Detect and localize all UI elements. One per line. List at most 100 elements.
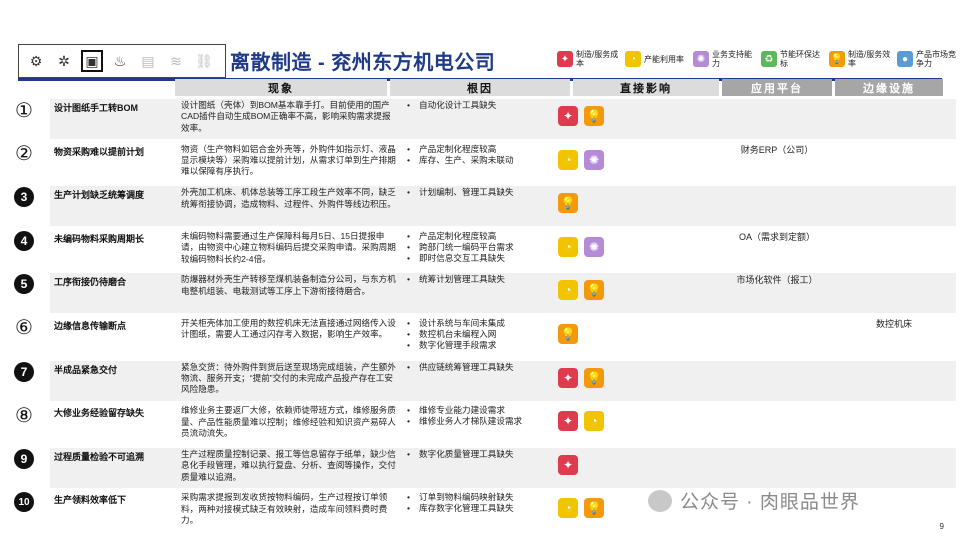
cause-item: 设计系统与车间未集成 xyxy=(406,318,554,329)
cause-list: 自动化设计工具缺失 xyxy=(406,100,554,111)
legend-item: ♻ 节能环保达标 xyxy=(761,50,823,68)
legend-item: ✦ 制造/服务成本 xyxy=(557,50,619,68)
phenomenon-text: 开关柜壳体加工使用的数控机床无法直接通过网络传入设计图纸，需要人工通过闪存考入数… xyxy=(181,317,396,340)
cause-item: 数控机台未编程入网 xyxy=(406,329,554,340)
impact-icons: ✦ 💡 xyxy=(558,106,604,126)
cause-list: 订单到物料编码映射缺失库存数字化管理工具缺失 xyxy=(406,492,554,514)
cause-item: 供应链统筹管理工具缺失 xyxy=(406,362,554,373)
platform-cell: 市场化软件（报工） xyxy=(736,275,818,286)
problem-title: 边缘信息传输断点 xyxy=(54,320,127,331)
problem-title: 半成品紧急交付 xyxy=(54,364,118,375)
table-row: 5 工序衔接仍待磨合 防爆器材外壳生产转移至煤机装备制造分公司，与东方机电整机组装、… xyxy=(14,271,956,315)
problem-title: 生产计划缺乏统筹调度 xyxy=(54,190,145,201)
water-drop-icon[interactable]: ♨ xyxy=(109,50,131,72)
legend-label: 制造/服务效率 xyxy=(848,50,891,68)
watermark: 公众号 · 肉眼品世界 xyxy=(648,487,860,514)
column-header-platform: 应用平台 xyxy=(722,79,832,96)
cpu-chip-icon[interactable]: ▣ xyxy=(81,50,103,72)
server-icon[interactable]: ▤ xyxy=(137,50,159,72)
cause-item: 维修业务人才梯队建设需求 xyxy=(406,416,554,427)
phenomenon-text: 生产过程质量控制记录、报工等信息留存于纸单，缺少信息化手段管理，难以执行复盘、分… xyxy=(181,448,396,482)
legend-label: 制造/服务成本 xyxy=(576,50,619,68)
impact-icons: ✦ ◔ xyxy=(558,411,604,432)
phenomenon-text: 外壳加工机床、机体总装等工序工段生产效率不同，缺乏统筹衔接协调，造成物料、过程件… xyxy=(181,187,396,209)
table-row: 9 过程质量检验不可追溯 生产过程质量控制记录、报工等信息留存于纸单，缺少信息化手段… xyxy=(14,446,956,490)
phenomenon-text: 物资（生产物料如铝合金外壳等，外购件如指示灯、液晶显示模块等）采购难以提前计划，… xyxy=(181,143,396,177)
cost-icon: ✦ xyxy=(558,454,578,475)
phenomenon-text: 采购需求提报到发收货按物料编码，生产过程按订单领料，两种对接模式缺乏有效映射，造… xyxy=(181,492,388,526)
impact-icons: ✦ 💡 xyxy=(558,367,604,388)
phenomenon-text: 未编码物料需要通过生产保障科每月5日、15日提报申请，由物资中心建立物料编码后提… xyxy=(181,230,396,264)
cause-list: 计划编制、管理工具缺失 xyxy=(406,187,554,198)
column-header-facility: 边缘设施 xyxy=(835,79,943,96)
cause-list: 产品定制化程度较高跨部门统一编码平台需求即时信息交互工具缺失 xyxy=(406,231,554,264)
cause-list: 供应链统筹管理工具缺失 xyxy=(406,362,554,373)
support-icon: ✺ xyxy=(584,149,604,170)
cause-list: 设计系统与车间未集成数控机台未编程入网数字化管理手段需求 xyxy=(406,318,554,351)
row-number: 10 xyxy=(14,492,34,513)
legend-label: 节能环保达标 xyxy=(780,50,820,68)
impact-icons: ◔ ✺ xyxy=(558,236,604,257)
table-row: ⑥ 边缘信息传输断点 开关柜壳体加工使用的数控机床无法直接通过网络传入设计图纸，需要… xyxy=(14,315,944,359)
efficiency-icon: 💡 xyxy=(829,51,845,67)
phenomenon-text: 设计图纸（壳体）到BOM基本靠手打。目前使用的国产CAD插件自动生成BOM正确率… xyxy=(181,100,391,133)
legend-item: 💡 制造/服务效率 xyxy=(829,50,891,68)
legend-label: 业务支持能力 xyxy=(712,50,752,68)
problem-title: 未编码物料采购周期长 xyxy=(54,233,145,244)
problem-title: 工序衔接仍待磨合 xyxy=(54,277,127,288)
row-number: ⑧ xyxy=(14,404,34,427)
table-row: 7 半成品紧急交付 紧急交货：待外购件到货后送至现场完成组装，产生额外物流、服务开支… xyxy=(14,359,956,403)
impact-icons: ◔ ✺ xyxy=(558,149,604,170)
capacity-icon: ◔ xyxy=(584,411,604,432)
impact-icons: 💡 xyxy=(558,193,578,214)
link-icon[interactable]: ⛓ xyxy=(193,50,215,72)
phenomenon-text: 维修业务主要返厂大修，依赖师徒带班方式，维修服务质量、产品性能质量难以控制；维修… xyxy=(181,405,396,438)
cause-item: 库存数字化管理工具缺失 xyxy=(406,503,554,514)
efficiency-icon: 💡 xyxy=(558,323,578,344)
efficiency-icon: 💡 xyxy=(584,106,604,126)
legend-item: ● 产品市场竞争力 xyxy=(897,50,959,68)
cost-icon: ✦ xyxy=(558,411,578,432)
table-header: 现象 根因 直接影响 应用平台 边缘设施 xyxy=(175,79,946,96)
problem-title: 设计图纸手工转BOM xyxy=(54,103,138,113)
table-row: ① 设计图纸手工转BOM 设计图纸（壳体）到BOM基本靠手打。目前使用的国产CAD插… xyxy=(14,97,956,141)
cost-icon: ✦ xyxy=(558,106,578,126)
cause-item: 自动化设计工具缺失 xyxy=(406,100,554,111)
table-row: 3 生产计划缺乏统筹调度 外壳加工机床、机体总装等工序工段生产效率不同，缺乏统筹衔接… xyxy=(14,184,956,228)
problem-title: 生产领料效率低下 xyxy=(54,495,127,506)
cause-item: 数字化质量管理工具缺失 xyxy=(406,449,554,460)
efficiency-icon: 💡 xyxy=(584,367,604,388)
cause-list: 统筹计划管理工具缺失 xyxy=(406,274,554,285)
facility-cell: 数控机床 xyxy=(875,318,912,329)
table-row: ⑧ 大修业务经验留存缺失 维修业务主要返厂大修，依赖师徒带班方式，维修服务质量、产品… xyxy=(14,402,944,446)
platform-cell: OA（需求到定额） xyxy=(738,231,815,242)
efficiency-icon: 💡 xyxy=(584,498,604,519)
impact-icons: 💡 xyxy=(558,323,578,344)
capacity-icon: ◔ xyxy=(625,51,641,67)
robot-arm-icon[interactable]: ⚙︎ xyxy=(25,50,47,72)
impact-icons: ◔ 💡 xyxy=(558,280,604,301)
capacity-icon: ◔ xyxy=(558,498,578,519)
cause-item: 跨部门统一编码平台需求 xyxy=(406,242,554,253)
row-number: ⑥ xyxy=(14,317,34,340)
row-number: 5 xyxy=(14,274,34,295)
platform-cell: 财务ERP（公司） xyxy=(740,144,814,155)
environment-icon: ♻ xyxy=(761,51,777,67)
gears-icon[interactable]: ✲ xyxy=(53,50,75,72)
waves-icon[interactable]: ≋ xyxy=(165,50,187,72)
cause-list: 维修专业能力建设需求维修业务人才梯队建设需求 xyxy=(406,405,554,427)
legend-item: ✺ 业务支持能力 xyxy=(693,50,755,68)
problem-title: 过程质量检验不可追溯 xyxy=(54,451,145,462)
row-number: 7 xyxy=(14,361,34,382)
problem-title: 物资采购难以提前计划 xyxy=(54,146,145,157)
cost-icon: ✦ xyxy=(558,367,578,388)
cause-item: 产品定制化程度较高 xyxy=(406,231,554,242)
wechat-icon xyxy=(648,489,672,512)
cause-item: 产品定制化程度较高 xyxy=(406,144,554,155)
cause-item: 统筹计划管理工具缺失 xyxy=(406,274,554,285)
table-row: ② 物资采购难以提前计划 物资（生产物料如铝合金外壳等，外购件如指示灯、液晶显示模块… xyxy=(14,141,944,185)
phenomenon-text: 防爆器材外壳生产转移至煤机装备制造分公司，与东方机电整机组装、电栽测试等工序上下… xyxy=(181,274,396,296)
problem-title: 大修业务经验留存缺失 xyxy=(54,408,145,419)
cause-item: 计划编制、管理工具缺失 xyxy=(406,187,554,198)
scenario-icon-strip: ⚙︎ ✲ ▣ ♨ ▤ ≋ ⛓ xyxy=(18,44,226,78)
